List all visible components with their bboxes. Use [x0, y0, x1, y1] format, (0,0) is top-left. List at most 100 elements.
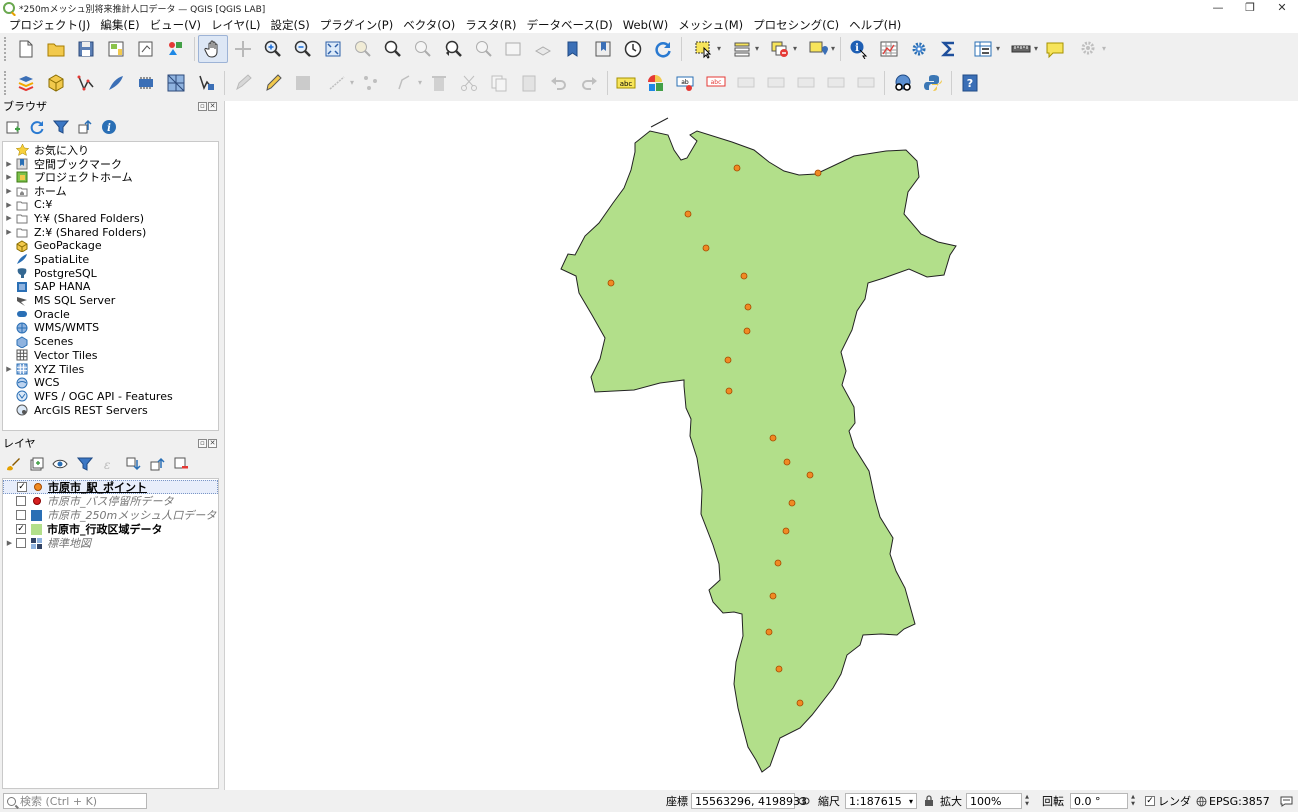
select-by-location-button[interactable]	[799, 35, 837, 63]
browser-item[interactable]: WFS / OGC API - Features	[3, 390, 173, 404]
label-tool-button[interactable]: abc	[611, 69, 641, 97]
new-map-view-button[interactable]	[498, 35, 528, 63]
new-virtual-layer-button[interactable]	[131, 69, 161, 97]
menu-mesh[interactable]: メッシュ(M)	[673, 17, 748, 33]
plugin-settings-button[interactable]	[1070, 35, 1108, 63]
layer-visibility-checkbox[interactable]	[16, 496, 26, 506]
station-point[interactable]	[724, 356, 732, 364]
zoom-out-button[interactable]	[288, 35, 318, 63]
close-panel-button[interactable]: ✕	[208, 101, 217, 111]
style-manager-button[interactable]	[161, 35, 191, 63]
station-point[interactable]	[684, 210, 692, 218]
coordinate-field[interactable]: 15563296, 4198933	[691, 793, 807, 809]
undo-button[interactable]	[544, 69, 574, 97]
save-edits-button[interactable]	[288, 69, 318, 97]
locator-search-input[interactable]: 検索 (Ctrl + K)	[3, 793, 147, 809]
toolbar-grip[interactable]	[4, 70, 8, 95]
minimize-button[interactable]: —	[1202, 0, 1234, 16]
filter-by-expression-button[interactable]: ε	[100, 455, 118, 473]
redo-button[interactable]	[574, 69, 604, 97]
layer-item[interactable]: ✓ 市原市_行政区域データ	[3, 522, 218, 536]
menu-vector[interactable]: ベクタ(O)	[398, 17, 460, 33]
menu-database[interactable]: データベース(D)	[522, 17, 618, 33]
label-properties-button[interactable]	[821, 69, 851, 97]
layer-item[interactable]: ✓ 市原市_駅_ポイント	[3, 480, 218, 494]
browser-item[interactable]: SpatiaLite	[3, 253, 89, 267]
new-project-button[interactable]	[11, 35, 41, 63]
menu-view[interactable]: ビュー(V)	[145, 17, 206, 33]
select-by-value-button[interactable]	[723, 35, 761, 63]
station-point[interactable]	[774, 559, 782, 567]
quickmapservices-button[interactable]	[888, 69, 918, 97]
new-spatialite-layer-button[interactable]	[101, 69, 131, 97]
select-features-button[interactable]	[685, 35, 723, 63]
help-button[interactable]: ?	[955, 69, 985, 97]
new-temporary-layer-button[interactable]	[191, 69, 221, 97]
show-hide-labels-button[interactable]: abc	[701, 69, 731, 97]
map-svg[interactable]	[225, 101, 1298, 790]
collapse-all-button[interactable]	[76, 118, 94, 136]
show-bookmarks-button[interactable]	[588, 35, 618, 63]
expand-arrow[interactable]: ▶	[3, 160, 15, 168]
digitize-vertex-button[interactable]	[71, 69, 101, 97]
browser-item[interactable]: ▶ Y:¥ (Shared Folders)	[3, 212, 144, 226]
station-point[interactable]	[740, 272, 748, 280]
browser-item[interactable]: GeoPackage	[3, 239, 102, 253]
remove-layer-button[interactable]	[172, 455, 190, 473]
menu-layer[interactable]: レイヤ(L)	[206, 17, 266, 33]
browser-item[interactable]: ▶ XYZ Tiles	[3, 362, 84, 376]
browser-item[interactable]: PostgreSQL	[3, 266, 97, 280]
statistical-summary-button[interactable]	[934, 35, 964, 63]
deselect-features-button[interactable]	[761, 35, 799, 63]
filter-legend-button[interactable]	[76, 455, 94, 473]
expand-arrow[interactable]: ▶	[3, 187, 15, 195]
new-mesh-layer-button[interactable]	[161, 69, 191, 97]
diagram-options-button[interactable]	[641, 69, 671, 97]
station-point[interactable]	[769, 434, 777, 442]
layout-manager-button[interactable]	[131, 35, 161, 63]
refresh-button[interactable]	[648, 35, 678, 63]
menu-edit[interactable]: 編集(E)	[95, 17, 144, 33]
toggle-extents-icon[interactable]	[798, 793, 810, 809]
field-calculator-button[interactable]	[964, 35, 1002, 63]
current-edits-button[interactable]	[228, 69, 258, 97]
zoom-to-selection-button[interactable]	[348, 35, 378, 63]
browser-item[interactable]: ▶ プロジェクトホーム	[3, 170, 132, 184]
station-point[interactable]	[769, 592, 777, 600]
browser-item[interactable]: ▶ Z:¥ (Shared Folders)	[3, 225, 146, 239]
pin-labels-button[interactable]: ab	[671, 69, 701, 97]
render-toggle[interactable]: ✓ レンダ	[1145, 793, 1191, 809]
scale-combobox[interactable]: 1:187615 ▾	[845, 793, 917, 809]
zoom-last-button[interactable]	[438, 35, 468, 63]
python-console-button[interactable]	[918, 69, 948, 97]
layer-item[interactable]: 市原市_250mメッシュ人口データ	[3, 508, 218, 522]
browser-item[interactable]: ▶ C:¥	[3, 198, 52, 212]
layer-visibility-checkbox[interactable]: ✓	[17, 482, 27, 492]
station-point[interactable]	[743, 327, 751, 335]
browser-item[interactable]: Vector Tiles	[3, 349, 98, 363]
cut-features-button[interactable]	[454, 69, 484, 97]
toolbar-grip[interactable]	[4, 37, 8, 61]
browser-item[interactable]: ArcGIS REST Servers	[3, 403, 148, 417]
measure-line-button[interactable]	[1002, 35, 1040, 63]
expand-arrow[interactable]: ▶	[3, 228, 15, 236]
station-point[interactable]	[775, 665, 783, 673]
toolbox-button[interactable]	[904, 35, 934, 63]
layer-item[interactable]: ▶ 標準地図	[3, 536, 218, 550]
browser-item[interactable]: ▶ ホーム	[3, 184, 66, 198]
menu-processing[interactable]: プロセシング(C)	[748, 17, 844, 33]
render-checkbox[interactable]: ✓	[1145, 796, 1155, 806]
change-label-button[interactable]	[791, 69, 821, 97]
station-point[interactable]	[782, 527, 790, 535]
move-diagram-button[interactable]	[851, 69, 881, 97]
station-point[interactable]	[788, 499, 796, 507]
new-bookmark-button[interactable]	[558, 35, 588, 63]
menu-web[interactable]: Web(W)	[618, 18, 673, 32]
new-geopackage-layer-button[interactable]	[41, 69, 71, 97]
filter-browser-button[interactable]	[52, 118, 70, 136]
menu-help[interactable]: ヘルプ(H)	[844, 17, 906, 33]
properties-button[interactable]: i	[100, 118, 118, 136]
add-selected-layers-button[interactable]	[4, 118, 22, 136]
lock-icon[interactable]	[924, 793, 934, 809]
expand-arrow[interactable]: ▶	[3, 173, 15, 181]
